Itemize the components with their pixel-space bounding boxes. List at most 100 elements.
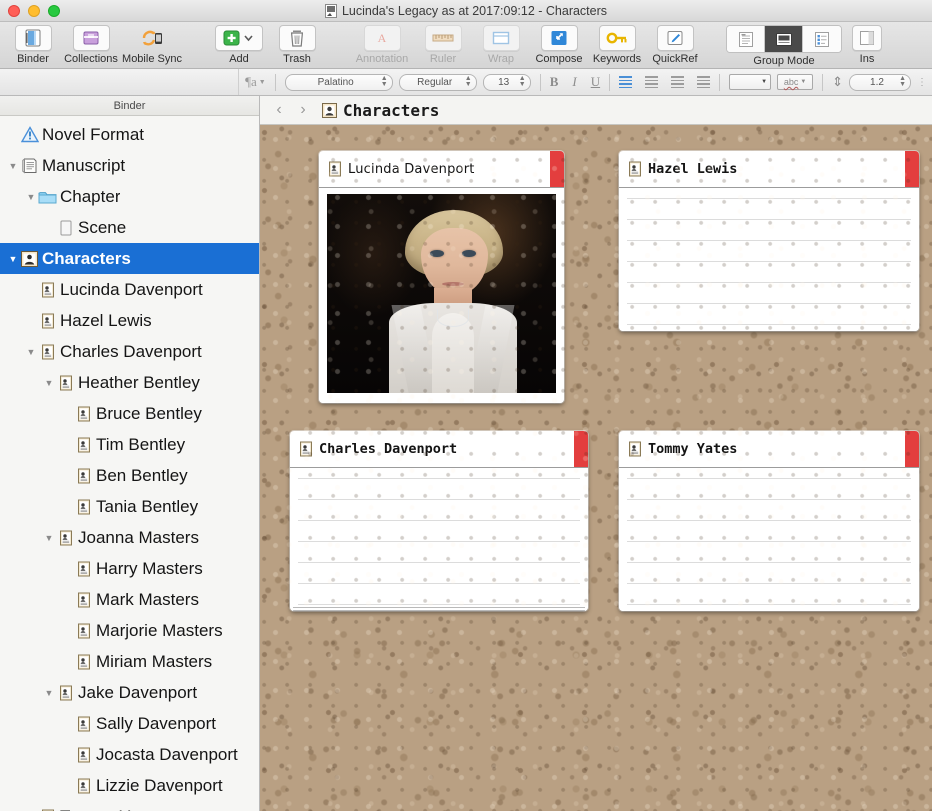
toolbar-trash-button[interactable]: Trash: [268, 25, 326, 65]
disclosure-triangle-icon[interactable]: ▼: [24, 192, 38, 202]
character-card-icon: [74, 623, 93, 639]
disclosure-triangle-icon[interactable]: ▼: [6, 254, 20, 264]
sidebar-item-chapter[interactable]: ▼ Chapter: [0, 181, 259, 212]
chevron-down-icon: ▼: [800, 79, 807, 85]
format-bar-left-spacer: [0, 69, 240, 95]
align-right-button[interactable]: [671, 76, 685, 88]
sidebar-item-label: Tommy Yates: [60, 807, 161, 811]
sidebar-item-heather-bentley[interactable]: ▼ Heather Bentley: [0, 367, 259, 398]
label-color-strip[interactable]: [550, 151, 564, 187]
sidebar-item-novel-format[interactable]: ▼ Novel Format: [0, 119, 259, 150]
toolbar-keywords-button[interactable]: Keywords: [588, 25, 646, 65]
toolbar-compose-button[interactable]: Compose: [530, 25, 588, 65]
sidebar-item-joanna-masters[interactable]: ▼ Joanna Masters: [0, 522, 259, 553]
index-card-title[interactable]: Tommy Yates: [648, 441, 737, 457]
sidebar-item-lizzie-davenport[interactable]: ▼ Lizzie Davenport: [0, 770, 259, 801]
label-color-strip[interactable]: [574, 431, 588, 467]
sidebar-item-miriam-masters[interactable]: ▼ Miriam Masters: [0, 646, 259, 677]
sidebar-item-jake-davenport[interactable]: ▼ Jake Davenport: [0, 677, 259, 708]
index-card-body[interactable]: [619, 468, 919, 611]
group-mode-control[interactable]: Group Mode: [726, 25, 842, 67]
character-folder-icon: [322, 102, 337, 118]
toolbar-ruler-button[interactable]: Ruler: [414, 25, 472, 65]
sidebar-item-manuscript[interactable]: ▼ Manuscript: [0, 150, 259, 181]
bold-button[interactable]: B: [550, 74, 559, 90]
paragraph-style-button[interactable]: ¶a ▼: [245, 74, 266, 90]
toolbar-add-button[interactable]: Add: [210, 25, 268, 65]
character-card-icon: [74, 747, 93, 763]
disclosure-triangle-icon[interactable]: ▼: [6, 161, 20, 171]
index-card-body[interactable]: [290, 468, 588, 611]
underline-button[interactable]: U: [591, 74, 600, 90]
sidebar-item-tania-bentley[interactable]: ▼ Tania Bentley: [0, 491, 259, 522]
group-mode-scrivenings-segment[interactable]: [727, 26, 765, 52]
character-card-icon: [74, 468, 93, 484]
sidebar-item-jocasta-davenport[interactable]: ▼ Jocasta Davenport: [0, 739, 259, 770]
overflow-menu-icon[interactable]: ⋮: [917, 77, 927, 88]
highlight-color-button[interactable]: ▼: [729, 74, 772, 90]
index-card-title[interactable]: Hazel Lewis: [648, 161, 737, 177]
keywords-key-icon: [598, 25, 636, 51]
disclosure-triangle-icon[interactable]: ▼: [24, 347, 38, 357]
sidebar-item-mark-masters[interactable]: ▼ Mark Masters: [0, 584, 259, 615]
corkboard[interactable]: Lucinda Davenport Hazel Lewis Charles Da…: [260, 125, 932, 811]
scrivener-window: Lucinda's Legacy as at 2017:09:12 - Char…: [0, 0, 932, 811]
mobile-sync-icon: [134, 25, 171, 51]
index-card-title[interactable]: Lucinda Davenport: [348, 162, 475, 177]
align-center-button[interactable]: [645, 76, 659, 88]
forward-button[interactable]: ›: [292, 99, 314, 121]
toolbar-mobile-sync-button[interactable]: Mobile Sync: [120, 25, 184, 65]
toolbar-collections-button[interactable]: Collections: [62, 25, 120, 65]
font-style-select[interactable]: Regular ▲ ▼: [398, 73, 477, 91]
group-mode-corkboard-segment[interactable]: [765, 26, 803, 52]
spelling-button[interactable]: abc ▼: [777, 74, 814, 90]
disclosure-triangle-icon[interactable]: ▼: [42, 688, 56, 698]
sidebar-item-characters[interactable]: ▼ Characters: [0, 243, 259, 274]
sidebar-item-charles-davenport[interactable]: ▼ Charles Davenport: [0, 336, 259, 367]
sidebar-item-ben-bentley[interactable]: ▼ Ben Bentley: [0, 460, 259, 491]
close-window-button[interactable]: [8, 4, 20, 17]
toolbar-binder-button[interactable]: Binder: [4, 25, 62, 65]
index-card[interactable]: Hazel Lewis: [619, 151, 919, 331]
character-card-icon: [74, 654, 93, 670]
toolbar-wrap-button[interactable]: Wrap: [472, 25, 530, 65]
index-card-body[interactable]: [319, 188, 564, 403]
sidebar-item-hazel-lewis[interactable]: ▼ Hazel Lewis: [0, 305, 259, 336]
toolbar-annotation-button[interactable]: A Annotation: [350, 25, 414, 65]
sidebar-item-label: Hazel Lewis: [60, 310, 152, 330]
sidebar-item-harry-masters[interactable]: ▼ Harry Masters: [0, 553, 259, 584]
sidebar-item-bruce-bentley[interactable]: ▼ Bruce Bentley: [0, 398, 259, 429]
line-spacing-select[interactable]: 1.2 ▲ ▼: [849, 73, 911, 91]
group-mode-outliner-segment[interactable]: [803, 26, 841, 52]
font-size-select[interactable]: 13 ▲ ▼: [482, 73, 531, 91]
sidebar-item-sally-davenport[interactable]: ▼ Sally Davenport: [0, 708, 259, 739]
character-card-icon: [628, 441, 642, 457]
font-family-select[interactable]: Palatino ▲ ▼: [284, 73, 393, 91]
disclosure-triangle-icon[interactable]: ▼: [42, 378, 56, 388]
sidebar-item-lucinda-davenport[interactable]: ▼ Lucinda Davenport: [0, 274, 259, 305]
align-justify-button[interactable]: [697, 76, 711, 88]
sidebar-item-scene[interactable]: ▼Scene: [0, 212, 259, 243]
sidebar-item-tim-bentley[interactable]: ▼ Tim Bentley: [0, 429, 259, 460]
align-left-button[interactable]: [619, 76, 633, 88]
index-card[interactable]: Charles Davenport: [290, 431, 588, 611]
character-card-icon: [74, 592, 93, 608]
index-card[interactable]: Tommy Yates: [619, 431, 919, 611]
index-card[interactable]: Lucinda Davenport: [319, 151, 564, 403]
label-color-strip[interactable]: [905, 151, 919, 187]
label-color-strip[interactable]: [905, 431, 919, 467]
index-card-body[interactable]: [619, 188, 919, 331]
index-card-title[interactable]: Charles Davenport: [319, 441, 457, 457]
italic-button[interactable]: I: [572, 74, 576, 90]
minimize-window-button[interactable]: [28, 4, 40, 17]
toolbar-quickref-button[interactable]: QuickRef: [646, 25, 704, 65]
disclosure-triangle-icon[interactable]: ▼: [42, 533, 56, 543]
toolbar-inspector-button[interactable]: Ins: [850, 25, 884, 65]
sidebar-item-tommy-yates[interactable]: ▼ Tommy Yates: [0, 801, 259, 811]
collections-icon: [72, 25, 110, 51]
binder-header: Binder: [0, 96, 259, 116]
sidebar-item-marjorie-masters[interactable]: ▼ Marjorie Masters: [0, 615, 259, 646]
zoom-window-button[interactable]: [48, 4, 60, 17]
stacked-card-indicator: [293, 605, 585, 611]
back-button[interactable]: ‹: [268, 99, 290, 121]
